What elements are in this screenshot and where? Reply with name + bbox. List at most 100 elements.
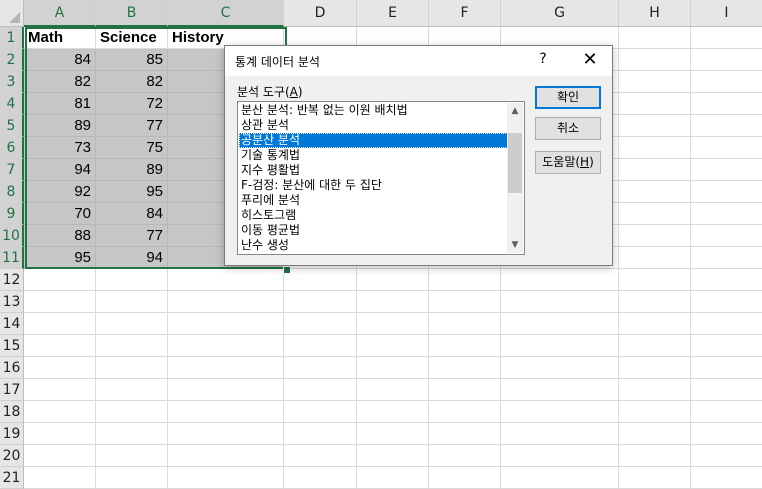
cell-c12[interactable] <box>168 269 284 291</box>
cell-e13[interactable] <box>357 291 429 313</box>
cell-h4[interactable] <box>619 93 691 115</box>
cell-b9[interactable]: 84 <box>96 203 168 225</box>
cell-a10[interactable]: 88 <box>24 225 96 247</box>
cell-i20[interactable] <box>691 445 762 467</box>
cell-a1[interactable]: Math <box>24 27 96 49</box>
cell-h20[interactable] <box>619 445 691 467</box>
cell-h10[interactable] <box>619 225 691 247</box>
scroll-down-arrow-icon[interactable]: ▼ <box>507 237 523 253</box>
cell-i15[interactable] <box>691 335 762 357</box>
cell-h2[interactable] <box>619 49 691 71</box>
cell-a20[interactable] <box>24 445 96 467</box>
cell-h16[interactable] <box>619 357 691 379</box>
cell-b6[interactable]: 75 <box>96 137 168 159</box>
analysis-tool-item[interactable]: 지수 평활법 <box>239 163 508 178</box>
cell-i9[interactable] <box>691 203 762 225</box>
row-header-7[interactable]: 7 <box>0 159 24 181</box>
cell-h7[interactable] <box>619 159 691 181</box>
analysis-tool-item[interactable]: 이동 평균법 <box>239 223 508 238</box>
row-header-15[interactable]: 15 <box>0 335 24 357</box>
cell-a8[interactable]: 92 <box>24 181 96 203</box>
cell-b7[interactable]: 89 <box>96 159 168 181</box>
cell-f15[interactable] <box>429 335 501 357</box>
cell-b1[interactable]: Science <box>96 27 168 49</box>
column-header-g[interactable]: G <box>501 0 619 27</box>
cell-g14[interactable] <box>501 313 619 335</box>
row-header-20[interactable]: 20 <box>0 445 24 467</box>
cell-d17[interactable] <box>284 379 357 401</box>
cell-h18[interactable] <box>619 401 691 423</box>
cell-a15[interactable] <box>24 335 96 357</box>
analysis-tool-item[interactable]: 분산 분석: 반복 없는 이원 배치법 <box>239 103 508 118</box>
cell-c16[interactable] <box>168 357 284 379</box>
cell-h15[interactable] <box>619 335 691 357</box>
cell-b14[interactable] <box>96 313 168 335</box>
cell-d12[interactable] <box>284 269 357 291</box>
cell-d14[interactable] <box>284 313 357 335</box>
row-header-4[interactable]: 4 <box>0 93 24 115</box>
row-header-13[interactable]: 13 <box>0 291 24 313</box>
cell-b19[interactable] <box>96 423 168 445</box>
cell-i6[interactable] <box>691 137 762 159</box>
cell-h6[interactable] <box>619 137 691 159</box>
cell-f16[interactable] <box>429 357 501 379</box>
column-header-f[interactable]: F <box>429 0 501 27</box>
cell-h17[interactable] <box>619 379 691 401</box>
select-all-corner[interactable] <box>0 0 24 27</box>
row-header-6[interactable]: 6 <box>0 137 24 159</box>
cell-b10[interactable]: 77 <box>96 225 168 247</box>
cell-c13[interactable] <box>168 291 284 313</box>
cell-e19[interactable] <box>357 423 429 445</box>
cell-d18[interactable] <box>284 401 357 423</box>
cell-b16[interactable] <box>96 357 168 379</box>
analysis-tool-item[interactable]: 기술 통계법 <box>239 148 508 163</box>
cell-i11[interactable] <box>691 247 762 269</box>
dialog-titlebar[interactable]: 통계 데이터 분석 ? ✕ <box>225 46 612 76</box>
cell-b15[interactable] <box>96 335 168 357</box>
cell-b18[interactable] <box>96 401 168 423</box>
row-header-1[interactable]: 1 <box>0 27 24 49</box>
cell-c17[interactable] <box>168 379 284 401</box>
cell-e16[interactable] <box>357 357 429 379</box>
row-header-9[interactable]: 9 <box>0 203 24 225</box>
cell-b3[interactable]: 82 <box>96 71 168 93</box>
analysis-tool-item[interactable]: 히스토그램 <box>239 208 508 223</box>
cell-i1[interactable] <box>691 27 762 49</box>
cell-a17[interactable] <box>24 379 96 401</box>
cell-g12[interactable] <box>501 269 619 291</box>
cell-d16[interactable] <box>284 357 357 379</box>
cell-g21[interactable] <box>501 467 619 489</box>
listbox-scrollbar[interactable]: ▲ ▼ <box>507 103 523 253</box>
scroll-up-arrow-icon[interactable]: ▲ <box>507 103 523 119</box>
cell-h19[interactable] <box>619 423 691 445</box>
cell-d21[interactable] <box>284 467 357 489</box>
row-header-10[interactable]: 10 <box>0 225 24 247</box>
cell-h13[interactable] <box>619 291 691 313</box>
cell-h1[interactable] <box>619 27 691 49</box>
ok-button[interactable]: 확인 <box>535 86 601 109</box>
cell-i7[interactable] <box>691 159 762 181</box>
cell-a5[interactable]: 89 <box>24 115 96 137</box>
cell-d13[interactable] <box>284 291 357 313</box>
cell-i3[interactable] <box>691 71 762 93</box>
cell-i5[interactable] <box>691 115 762 137</box>
cell-a19[interactable] <box>24 423 96 445</box>
row-header-18[interactable]: 18 <box>0 401 24 423</box>
cell-f17[interactable] <box>429 379 501 401</box>
cell-b8[interactable]: 95 <box>96 181 168 203</box>
cell-c18[interactable] <box>168 401 284 423</box>
cell-e21[interactable] <box>357 467 429 489</box>
cell-g16[interactable] <box>501 357 619 379</box>
cell-e18[interactable] <box>357 401 429 423</box>
cell-h3[interactable] <box>619 71 691 93</box>
cell-f14[interactable] <box>429 313 501 335</box>
cell-h5[interactable] <box>619 115 691 137</box>
cell-c20[interactable] <box>168 445 284 467</box>
cell-b11[interactable]: 94 <box>96 247 168 269</box>
cell-e14[interactable] <box>357 313 429 335</box>
cell-e12[interactable] <box>357 269 429 291</box>
cell-f18[interactable] <box>429 401 501 423</box>
analysis-tool-item[interactable]: 푸리에 분석 <box>239 193 508 208</box>
cell-g15[interactable] <box>501 335 619 357</box>
column-header-b[interactable]: B <box>96 0 168 27</box>
